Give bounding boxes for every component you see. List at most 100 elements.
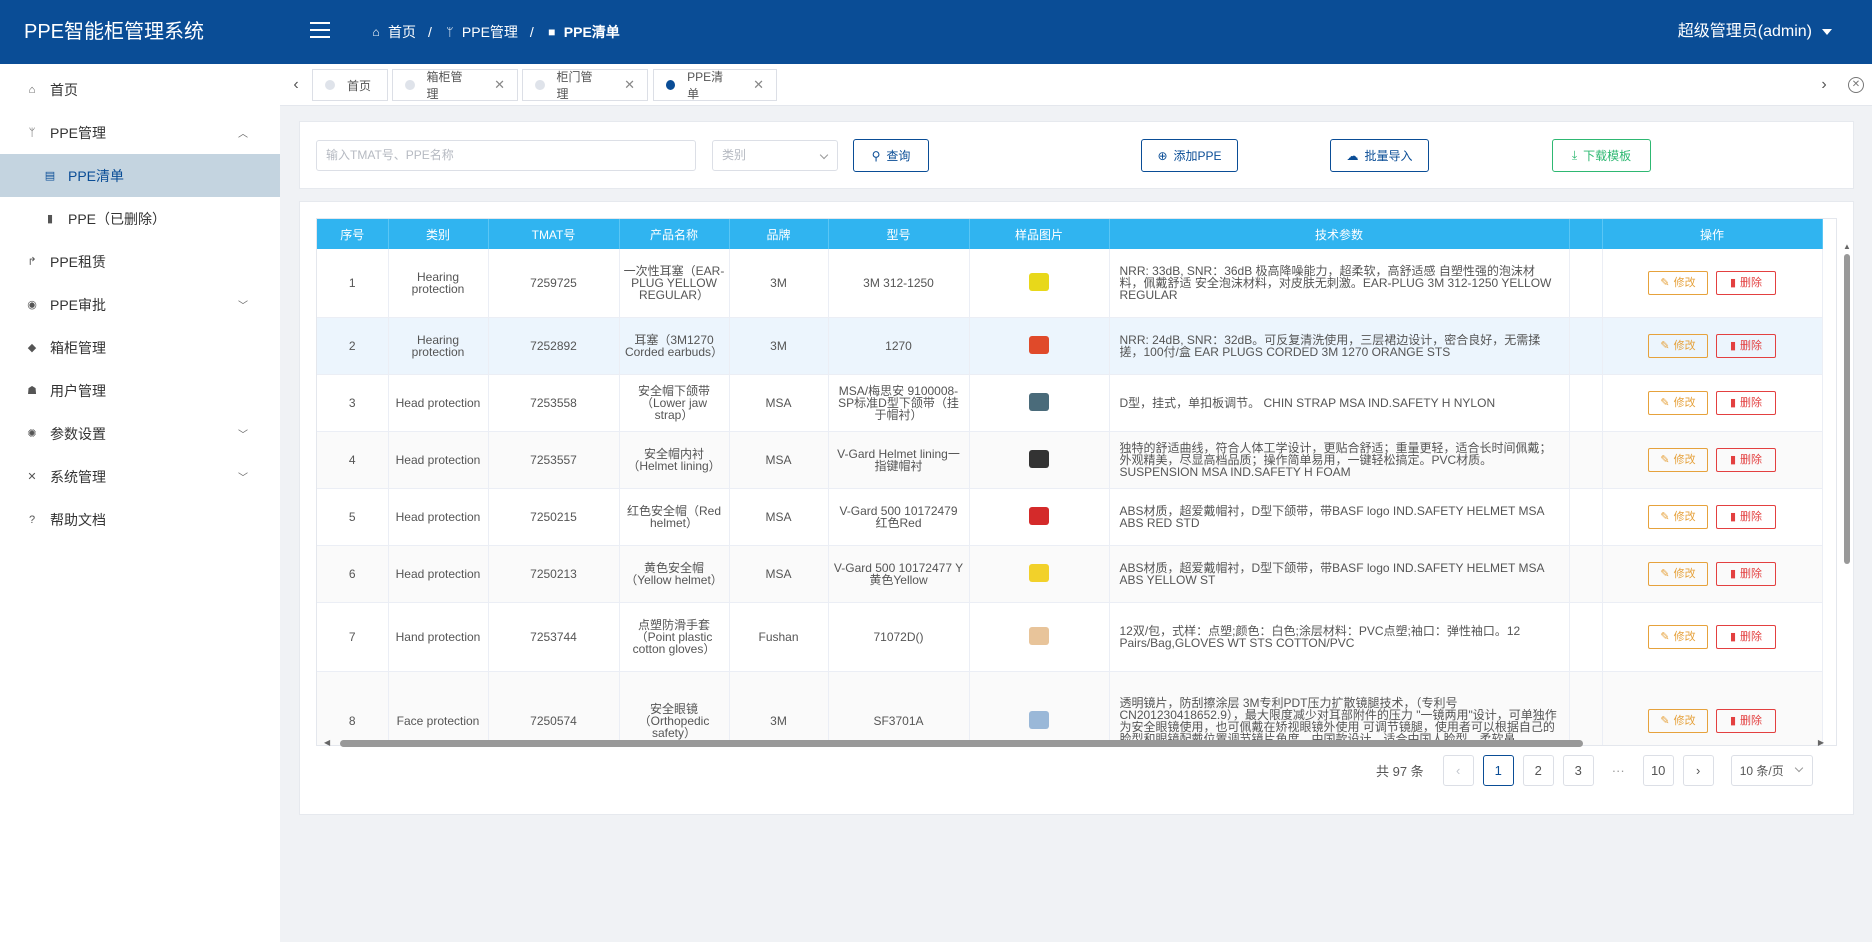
cell-tech-params: ABS材质，超爱戴帽衬，D型下颌带，带BASF logo IND.SAFETY …: [1109, 545, 1570, 603]
download-template-button[interactable]: ⤓ 下载模板: [1552, 139, 1651, 172]
sidebar-item-ppe-list[interactable]: ▤ PPE清单: [0, 154, 280, 197]
delete-button[interactable]: ▮ 删除: [1716, 709, 1776, 733]
vertical-scrollbar[interactable]: ▲: [1843, 242, 1851, 718]
column-header: 产品名称: [619, 219, 730, 249]
sidebar-item-parameter-settings[interactable]: ✺ 参数设置 ﹀: [0, 412, 280, 455]
delete-button[interactable]: ▮ 删除: [1716, 447, 1776, 472]
scroll-right-icon[interactable]: ▶: [1818, 738, 1824, 747]
sidebar-item-ppe-rental[interactable]: ↱ PPE租赁: [0, 240, 280, 283]
edit-button[interactable]: ✎ 修改: [1648, 709, 1708, 733]
sidebar-item-ppe-management[interactable]: ᛘ PPE管理 ︿: [0, 111, 280, 154]
cell-actions: ✎ 修改 ▮ 删除: [1602, 431, 1823, 489]
sidebar-item-cabinet-management[interactable]: ◆ 箱柜管理: [0, 326, 280, 369]
delete-button[interactable]: ▮ 删除: [1716, 270, 1776, 295]
ppe-table: 序号 类别 TMAT号 产品名称 品牌 型号 样品图片 技术参数 操作 1 Hea…: [316, 218, 1837, 746]
scrollbar-thumb[interactable]: [340, 740, 1583, 747]
sample-image[interactable]: [1029, 335, 1049, 354]
menu-toggle-icon[interactable]: [310, 22, 330, 40]
cell-product-name: 安全帽下颌带（Lower jaw strap）: [619, 374, 730, 432]
edit-button[interactable]: ✎ 修改: [1648, 447, 1708, 472]
batch-import-button[interactable]: ☁ 批量导入: [1330, 139, 1429, 172]
sidebar-item-help[interactable]: ? 帮助文档: [0, 498, 280, 541]
more-pages-ellipsis[interactable]: ···: [1602, 754, 1634, 786]
page-size-select[interactable]: 10 条/页: [1730, 754, 1813, 786]
cell-actions: ✎ 修改 ▮ 删除: [1602, 545, 1823, 603]
delete-button-label: 删除: [1740, 339, 1763, 352]
cell-product-name: 点塑防滑手套（Point plastic cotton gloves）: [619, 602, 730, 672]
category-select[interactable]: 类别: [712, 140, 838, 171]
cell-product-name: 安全帽内衬（Helmet lining）: [619, 431, 730, 489]
next-page-button[interactable]: ›: [1682, 754, 1714, 786]
page-button[interactable]: 2: [1522, 754, 1554, 786]
trash-icon: ▮: [1729, 276, 1737, 289]
breadcrumb-home[interactable]: ⌂ 首页: [370, 22, 416, 42]
breadcrumb: ⌂ 首页 / ᛘ PPE管理 / ■ PPE清单: [370, 0, 619, 64]
tab-home[interactable]: 首页: [312, 69, 388, 101]
sample-image[interactable]: [1029, 449, 1049, 468]
close-icon[interactable]: ✕: [624, 77, 635, 93]
delete-button[interactable]: ▮ 删除: [1716, 333, 1776, 358]
cell-no: 6: [317, 545, 389, 603]
page-button[interactable]: 1: [1482, 754, 1514, 786]
delete-button[interactable]: ▮ 删除: [1716, 390, 1776, 415]
edit-button[interactable]: ✎ 修改: [1648, 561, 1708, 586]
sidebar-item-label: PPE租赁: [50, 253, 107, 270]
cell-tmat: 7253558: [488, 374, 620, 432]
edit-button[interactable]: ✎ 修改: [1648, 390, 1708, 415]
query-button[interactable]: ⚲ 查询: [853, 139, 929, 172]
tabs-scroll-left-icon[interactable]: ‹: [282, 64, 310, 106]
close-all-tabs-icon[interactable]: ✕: [1848, 77, 1864, 93]
close-icon[interactable]: ✕: [494, 77, 505, 93]
tab-ppe-list[interactable]: PPE清单 ✕: [653, 69, 777, 101]
breadcrumb-ppe[interactable]: ᛘ PPE管理: [444, 22, 518, 42]
horizontal-scrollbar[interactable]: ◀ ▶: [324, 738, 1824, 748]
delete-button[interactable]: ▮ 删除: [1716, 504, 1776, 529]
chevron-down-icon: [819, 150, 829, 160]
prev-page-button[interactable]: ‹: [1442, 754, 1474, 786]
page-button[interactable]: 10: [1642, 754, 1674, 786]
search-icon: ⚲: [871, 148, 881, 163]
sample-image[interactable]: [1029, 626, 1049, 645]
scroll-up-icon[interactable]: ▲: [1843, 242, 1851, 251]
tabs-bar: ‹ 首页 箱柜管理 ✕ 柜门管理 ✕ PPE清单 ✕ › ✕: [280, 64, 1872, 106]
add-ppe-button[interactable]: ⊕ 添加PPE: [1141, 139, 1238, 172]
sidebar-item-system-management[interactable]: ✕ 系统管理 ﹀: [0, 455, 280, 498]
scroll-left-icon[interactable]: ◀: [324, 738, 330, 747]
delete-button[interactable]: ▮ 删除: [1716, 624, 1776, 649]
close-icon[interactable]: ✕: [753, 77, 764, 93]
wrench-icon: ✎: [1660, 276, 1670, 289]
edit-button[interactable]: ✎ 修改: [1648, 504, 1708, 529]
edit-button[interactable]: ✎ 修改: [1648, 624, 1708, 649]
cell-brand: MSA: [729, 545, 829, 603]
edit-button[interactable]: ✎ 修改: [1648, 270, 1708, 295]
edit-button[interactable]: ✎ 修改: [1648, 333, 1708, 358]
sidebar-item-ppe-approval[interactable]: ◉ PPE审批 ﹀: [0, 283, 280, 326]
cell-image: [969, 431, 1110, 489]
sample-image[interactable]: [1029, 506, 1049, 525]
page-button[interactable]: 3: [1562, 754, 1594, 786]
delete-button-label: 删除: [1740, 396, 1763, 409]
tab-door-management[interactable]: 柜门管理 ✕: [522, 69, 648, 101]
sample-image[interactable]: [1029, 711, 1049, 729]
sidebar-item-home[interactable]: ⌂ 首页: [0, 68, 280, 111]
keyword-search-input[interactable]: 输入TMAT号、PPE名称: [316, 140, 696, 171]
table-row: 8 Face protection 7250574 安全眼镜（Orthopedic s…: [317, 671, 1823, 745]
delete-button[interactable]: ▮ 删除: [1716, 561, 1776, 586]
cell-tech-params: 独特的舒适曲线，符合人体工学设计，更贴合舒适；重量更轻，适合长时间佩戴；外观精美…: [1109, 431, 1570, 489]
user-menu[interactable]: 超级管理员(admin): [1678, 0, 1832, 64]
search-panel: 输入TMAT号、PPE名称 类别 ⚲ 查询 ⊕ 添加PPE ☁ 批量导入 ⤓ 下…: [299, 121, 1854, 189]
wrench-icon: ✎: [1660, 339, 1670, 352]
sample-image[interactable]: [1029, 272, 1049, 291]
scrollbar-thumb[interactable]: [1844, 254, 1850, 564]
sidebar-item-ppe-deleted[interactable]: ▮ PPE（已删除）: [0, 197, 280, 240]
table-header-row: 序号 类别 TMAT号 产品名称 品牌 型号 样品图片 技术参数 操作: [317, 219, 1823, 249]
sidebar-item-label: PPE审批: [50, 296, 107, 313]
tabs-scroll-right-icon[interactable]: ›: [1810, 64, 1838, 106]
table-row: 2 Hearing protection 7252892 耳塞（3M1270 Cord…: [317, 317, 1823, 375]
cell-model: 1270: [828, 317, 970, 375]
sidebar-item-user-management[interactable]: ☗ 用户管理: [0, 369, 280, 412]
sample-image[interactable]: [1029, 563, 1049, 582]
tab-cabinet-management[interactable]: 箱柜管理 ✕: [392, 69, 518, 101]
sample-image[interactable]: [1029, 392, 1049, 411]
cell-image: [969, 374, 1110, 432]
